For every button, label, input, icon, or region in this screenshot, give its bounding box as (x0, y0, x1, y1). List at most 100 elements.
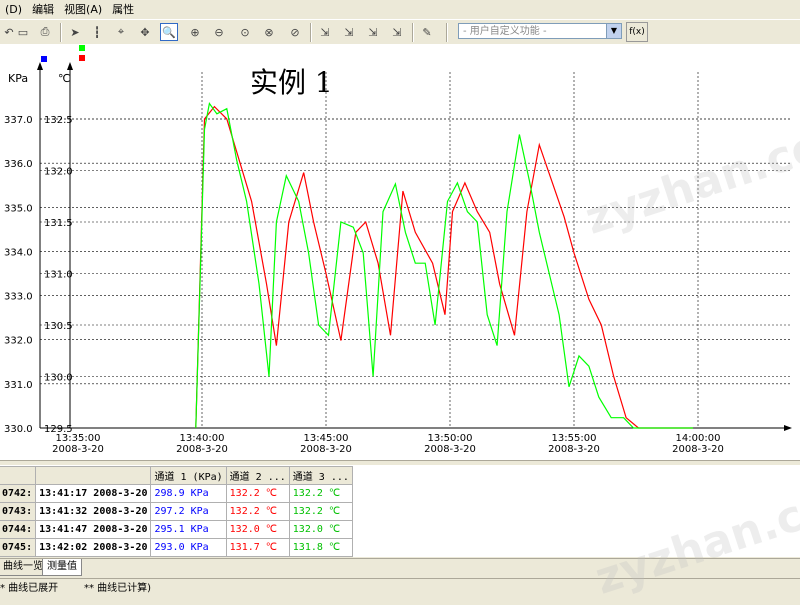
table-cell-ch3: 132.2 ℃ (288, 484, 353, 503)
pen-icon[interactable]: ✎ (418, 23, 436, 41)
table-header-time[interactable] (35, 466, 152, 485)
zoom-x-icon[interactable]: ⊙ (236, 23, 254, 41)
table-cell-idx: 0745: (0, 538, 37, 557)
table-header-ch2[interactable]: 通道 2 ... (225, 466, 290, 485)
left-tick-label: 336.0 (4, 159, 33, 170)
measurement-table-area: 通道 1 (KPa) 通道 2 ... 通道 3 ... 0742: 13:41:… (0, 465, 800, 557)
table-cell-idx: 0744: (0, 520, 37, 539)
zoom-out-icon[interactable]: ⊖ (210, 23, 228, 41)
function-select-value: - 用户自定义功能 - (463, 26, 547, 37)
curve-d-icon[interactable]: ⇲ (388, 23, 406, 41)
table-header-idx (0, 466, 37, 485)
x-tick-time: 13:45:00 (304, 433, 349, 444)
series-line-1 (195, 102, 693, 429)
print-icon[interactable]: ⎙ (36, 23, 54, 41)
table-cell-idx: 0743: (0, 502, 37, 521)
right-tick-label: 131.5 (44, 218, 73, 229)
table-header-ch1[interactable]: 通道 1 (KPa) (150, 466, 227, 485)
table-cell-time: 13:41:17 2008-3-20 (35, 484, 152, 503)
table-cell-ch1: 297.2 KPa (150, 502, 227, 521)
pan-icon[interactable]: ✥ (136, 23, 154, 41)
x-tick-date: 2008-3-20 (52, 444, 104, 455)
left-tick-label: 337.0 (4, 115, 33, 126)
left-tick-label: 330.0 (4, 424, 33, 435)
function-select[interactable]: - 用户自定义功能 - ▼ (458, 23, 622, 39)
toolbar: ↶ ▭ ⎙ ➤ ┇ ⌖ ✥ 🔍 ⊕ ⊖ ⊙ ⊗ ⊘ ⇲ ⇲ ⇲ ⇲ ✎ (0, 19, 800, 46)
table-cell-idx: 0742: (0, 484, 37, 503)
table-cell-ch2: 131.7 ℃ (225, 538, 290, 557)
left-axis-unit: KPa (8, 72, 28, 85)
chart-area: 330.0 331.0 332.0 333.0 334.0 335.0 336.0 337.0… (0, 44, 800, 460)
zoom-y-icon[interactable]: ⊗ (260, 23, 278, 41)
menu-bar: (D) 编辑 视图(A) 属性 (0, 0, 800, 18)
x-tick-date: 2008-3-20 (424, 444, 476, 455)
table-cell-time: 13:41:47 2008-3-20 (35, 520, 152, 539)
left-tick-label: 333.0 (4, 292, 33, 303)
curve-a-icon[interactable]: ⇲ (316, 23, 334, 41)
table-cell-ch1: 293.0 KPa (150, 538, 227, 557)
x-tick-date: 2008-3-20 (300, 444, 352, 455)
right-tick-label: 130.5 (44, 321, 73, 332)
temp-marker-red (79, 55, 85, 61)
menu-item-view[interactable]: 视图(A) (59, 1, 107, 17)
line-chart: 330.0 331.0 332.0 333.0 334.0 335.0 336.0 337.0… (4, 45, 792, 455)
menu-item-edit[interactable]: 编辑 (27, 1, 59, 17)
table-row[interactable]: 0742: 13:41:17 2008-3-20 298.9 KPa 132.2 ℃ 1… (0, 484, 353, 503)
right-tick-label: 130.0 (44, 373, 73, 384)
right-tick-label: 132.5 (44, 115, 73, 126)
cursor-cross-icon[interactable]: ⌖ (112, 23, 130, 41)
right-axis-unit: ℃ (58, 72, 70, 85)
x-tick-date: 2008-3-20 (672, 444, 724, 455)
cursor-line-icon[interactable]: ┇ (88, 23, 106, 41)
left-tick-label: 331.0 (4, 380, 33, 391)
chart-title: 实例 1 (250, 66, 333, 99)
fx-button[interactable]: f(x) (626, 22, 648, 42)
menu-item-d[interactable]: (D) (0, 3, 27, 16)
table-cell-ch2: 132.2 ℃ (225, 502, 290, 521)
zoom-reset-icon[interactable]: ⊘ (286, 23, 304, 41)
menu-item-properties[interactable]: 属性 (107, 1, 139, 17)
left-tick-label: 334.0 (4, 247, 33, 258)
chevron-down-icon[interactable]: ▼ (606, 24, 621, 38)
series-line-0 (195, 105, 693, 429)
tab-measured-values[interactable]: 测量值 (42, 559, 82, 576)
table-cell-ch3: 132.2 ℃ (288, 502, 353, 521)
x-tick-time: 13:50:00 (428, 433, 473, 444)
tab-bar: 曲线一览 测量值 (0, 558, 800, 576)
table-cell-time: 13:42:02 2008-3-20 (35, 538, 152, 557)
left-tick-label: 335.0 (4, 203, 33, 214)
x-tick-date: 2008-3-20 (176, 444, 228, 455)
curve-c-icon[interactable]: ⇲ (364, 23, 382, 41)
measurement-table: 通道 1 (KPa) 通道 2 ... 通道 3 ... 0742: 13:41:… (0, 466, 353, 557)
table-cell-ch2: 132.2 ℃ (225, 484, 290, 503)
table-row[interactable]: 0744: 13:41:47 2008-3-20 295.1 KPa 132.0 ℃ 1… (0, 520, 353, 539)
table-row[interactable]: 0743: 13:41:32 2008-3-20 297.2 KPa 132.2 ℃ 1… (0, 502, 353, 521)
table-header-ch3[interactable]: 通道 3 ... (288, 466, 353, 485)
folder-open-icon[interactable]: ▭ (14, 23, 32, 41)
x-axis-arrow (784, 425, 792, 431)
pointer-icon[interactable]: ➤ (66, 23, 84, 41)
status-bar: * 曲线已展开 ** 曲线已计算) (0, 578, 800, 601)
table-header-row: 通道 1 (KPa) 通道 2 ... 通道 3 ... (0, 466, 353, 485)
table-cell-ch2: 132.0 ℃ (225, 520, 290, 539)
table-cell-ch3: 131.8 ℃ (288, 538, 353, 557)
right-axis-arrow (67, 62, 73, 70)
zoom-in-icon[interactable]: ⊕ (186, 23, 204, 41)
curve-b-icon[interactable]: ⇲ (340, 23, 358, 41)
table-cell-ch3: 132.0 ℃ (288, 520, 353, 539)
left-tick-label: 332.0 (4, 336, 33, 347)
x-tick-time: 13:35:00 (56, 433, 101, 444)
left-axis-arrow (37, 62, 43, 70)
x-tick-time: 14:00:00 (676, 433, 721, 444)
right-tick-label: 132.0 (44, 167, 73, 178)
table-cell-ch1: 295.1 KPa (150, 520, 227, 539)
right-tick-label: 131.0 (44, 270, 73, 281)
table-cell-time: 13:41:32 2008-3-20 (35, 502, 152, 521)
zoom-icon[interactable]: 🔍 (160, 23, 178, 41)
kpa-marker (41, 56, 47, 62)
x-tick-date: 2008-3-20 (548, 444, 600, 455)
table-cell-ch1: 298.9 KPa (150, 484, 227, 503)
table-row[interactable]: 0745: 13:42:02 2008-3-20 293.0 KPa 131.7 ℃ 1… (0, 538, 353, 557)
x-tick-time: 13:55:00 (552, 433, 597, 444)
tab-curve-list[interactable]: 曲线一览 (0, 559, 48, 576)
